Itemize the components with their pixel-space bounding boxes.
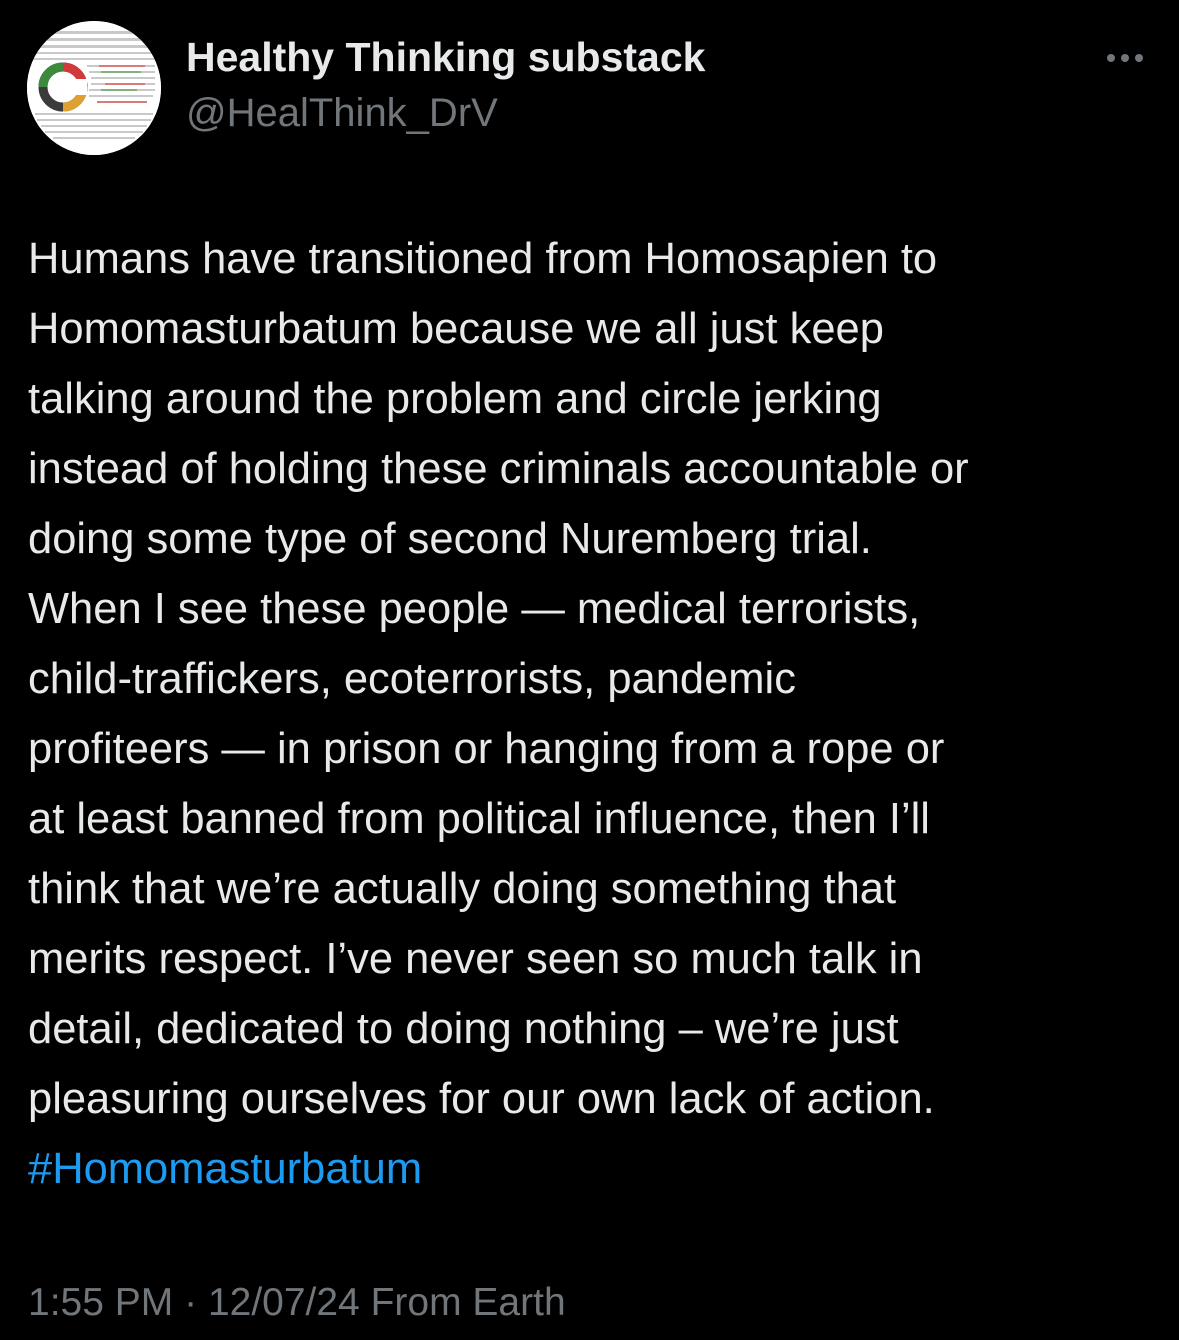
tweet-line: pleasuring ourselves for our own lack of…	[28, 1075, 935, 1123]
user-handle[interactable]: @HealThink_DrV	[186, 89, 498, 137]
tweet-line: profiteers — in prison or hanging from a…	[28, 725, 945, 773]
ellipsis-icon-dot	[1107, 54, 1115, 62]
tweet-source: From Earth	[370, 1281, 566, 1324]
ellipsis-icon-dot	[1135, 54, 1143, 62]
more-options-button[interactable]	[1098, 38, 1152, 78]
timestamp-time[interactable]: 1:55 PM	[28, 1281, 173, 1324]
tweet-line: doing some type of second Nuremberg tria…	[28, 515, 872, 563]
tweet-line: at least banned from political influence…	[28, 795, 930, 843]
tweet-line: When I see these people — medical terror…	[28, 585, 921, 633]
tweet-line: detail, dedicated to doing nothing – we’…	[28, 1005, 899, 1053]
tweet-line: Homomasturbatum because we all just keep	[28, 305, 884, 353]
timestamp-date[interactable]: 12/07/24	[208, 1281, 360, 1324]
display-name[interactable]: Healthy Thinking substack	[186, 32, 705, 82]
tweet-meta: 1:55 PM · 12/07/24 From Earth	[28, 1278, 566, 1328]
hashtag-link[interactable]: #Homomasturbatum	[28, 1134, 1158, 1204]
tweet-line: merits respect. I’ve never seen so much …	[28, 935, 923, 983]
tweet-line: think that we’re actually doing somethin…	[28, 865, 897, 913]
infographic-avatar-icon	[27, 21, 161, 155]
meta-separator: ·	[184, 1281, 198, 1324]
tweet-line: child-traffickers, ecoterrorists, pandem…	[28, 655, 796, 703]
tweet-line: instead of holding these criminals accou…	[28, 445, 969, 493]
avatar[interactable]	[27, 21, 161, 155]
ellipsis-icon-dot	[1121, 54, 1129, 62]
tweet-line: Humans have transitioned from Homosapien…	[28, 235, 938, 283]
tweet-text: Humans have transitioned from Homosapien…	[28, 224, 1158, 1204]
tweet-line: talking around the problem and circle je…	[28, 375, 882, 423]
